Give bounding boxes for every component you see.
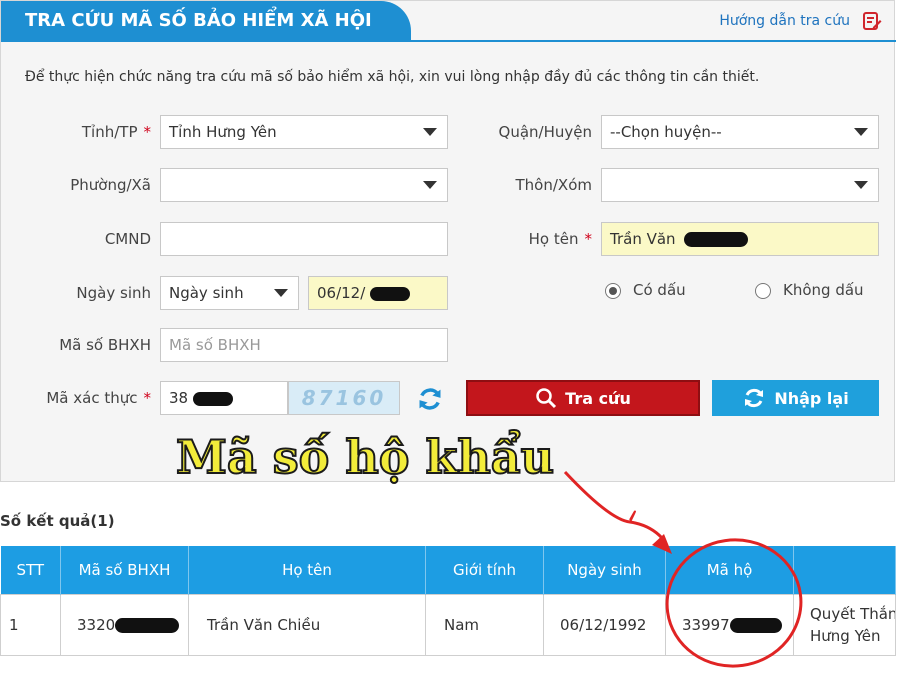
reset-button-label: Nhập lại [774, 388, 849, 408]
annotation-title: Mã số hộ khẩu [175, 429, 555, 485]
chevron-down-icon [854, 128, 868, 136]
bhxh-code-label: Mã số BHXH [59, 336, 151, 354]
birth-type-value: Ngày sinh [169, 284, 244, 302]
refresh-icon [745, 388, 764, 408]
column-header-dob: Ngày sinh [543, 546, 666, 595]
annotation-arrow-curl [629, 510, 636, 523]
id-card-input[interactable] [160, 222, 448, 256]
header-tab: TRA CỨU MÃ SỐ BẢO HIỂM XÃ HỘI [1, 1, 411, 42]
results-table: STT Mã số BHXH Họ tên Giới tính Ngày sin… [0, 546, 896, 656]
header-divider [1, 40, 896, 42]
captcha-image: 87160 [288, 381, 400, 415]
results-count: Số kết quả(1) [0, 512, 115, 530]
birth-label: Ngày sinh [76, 284, 151, 302]
cell-bhxh: 3320 [60, 594, 189, 656]
district-label: Quận/Huyện [498, 123, 592, 141]
cell-bhxh-value: 3320 [77, 616, 116, 634]
column-header-bhxh: Mã số BHXH [60, 546, 189, 595]
chevron-down-icon [423, 181, 437, 189]
birth-type-select[interactable]: Ngày sinh [160, 276, 299, 310]
with-accent-radio[interactable] [605, 283, 621, 299]
cell-address: Quyết Thắn Hưng Yên [793, 594, 896, 656]
instruction-text: Để thực hiện chức năng tra cứu mã số bảo… [25, 69, 760, 85]
search-button-label: Tra cứu [565, 388, 631, 408]
page-title: TRA CỨU MÃ SỐ BẢO HIỂM XÃ HỘI [25, 10, 372, 31]
hamlet-label: Thôn/Xóm [515, 176, 592, 194]
ward-select[interactable] [160, 168, 448, 202]
cell-address-line2: Hưng Yên [810, 627, 881, 645]
full-name-label-text: Họ tên [528, 230, 579, 248]
hamlet-select[interactable] [601, 168, 879, 202]
captcha-input[interactable]: 38 [160, 381, 288, 415]
province-label-text: Tỉnh/TP [81, 123, 138, 141]
captcha-value: 38 [169, 389, 189, 407]
without-accent-radio[interactable] [755, 283, 771, 299]
column-header-stt: STT [0, 546, 61, 595]
reset-button[interactable]: Nhập lại [712, 380, 879, 416]
search-icon [536, 388, 557, 409]
bhxh-code-placeholder: Mã số BHXH [169, 336, 261, 354]
chevron-down-icon [854, 181, 868, 189]
bhxh-code-input[interactable]: Mã số BHXH [160, 328, 448, 362]
district-value: --Chọn huyện-- [610, 123, 722, 141]
captcha-label-text: Mã xác thực [46, 389, 138, 407]
redaction-mark [192, 391, 233, 406]
redaction-mark [115, 618, 180, 633]
column-header-name: Họ tên [188, 546, 426, 595]
refresh-captcha-icon[interactable] [416, 385, 444, 413]
required-mark: * [143, 389, 152, 407]
cell-gender: Nam [425, 594, 544, 656]
birth-date-input[interactable]: 06/12/ [308, 276, 448, 310]
redaction-mark [370, 286, 411, 301]
table-header-row: STT Mã số BHXH Họ tên Giới tính Ngày sin… [0, 546, 896, 595]
redaction-mark [729, 618, 782, 633]
cell-household: 33997 [665, 594, 794, 656]
without-accent-label: Không dấu [783, 281, 864, 299]
cell-name: Trần Văn Chiều [188, 594, 426, 656]
with-accent-label: Có dấu [633, 281, 686, 299]
chevron-down-icon [423, 128, 437, 136]
id-card-label: CMND [104, 230, 151, 248]
birth-date-value: 06/12/ [317, 284, 366, 302]
search-panel: TRA CỨU MÃ SỐ BẢO HIỂM XÃ HỘI Hướng dẫn … [0, 0, 896, 482]
province-label: Tỉnh/TP * [41, 123, 151, 141]
ward-label: Phường/Xã [70, 176, 151, 194]
cell-dob: 06/12/1992 [543, 594, 666, 656]
full-name-input[interactable]: Trần Văn [601, 222, 879, 256]
district-select[interactable]: --Chọn huyện-- [601, 115, 879, 149]
column-header-household: Mã hộ [665, 546, 794, 595]
edit-document-icon[interactable] [862, 11, 882, 31]
required-mark: * [584, 230, 593, 248]
table-row[interactable]: 1 3320 Trần Văn Chiều Nam 06/12/1992 339… [0, 594, 896, 656]
column-header-gender: Giới tính [425, 546, 544, 595]
required-mark: * [143, 123, 152, 141]
search-button[interactable]: Tra cứu [466, 380, 700, 416]
cell-address-line1: Quyết Thắn [810, 605, 896, 623]
cell-household-value: 33997 [682, 616, 730, 634]
chevron-down-icon [274, 289, 288, 297]
full-name-label: Họ tên * [461, 230, 592, 248]
province-select[interactable]: Tỉnh Hưng Yên [160, 115, 448, 149]
captcha-label: Mã xác thực * [21, 389, 151, 407]
province-value: Tỉnh Hưng Yên [169, 123, 277, 141]
guide-link[interactable]: Hướng dẫn tra cứu [719, 13, 850, 29]
redaction-mark [684, 232, 749, 247]
column-header-address [793, 546, 896, 595]
full-name-value: Trần Văn [610, 230, 676, 248]
cell-stt: 1 [0, 594, 61, 656]
